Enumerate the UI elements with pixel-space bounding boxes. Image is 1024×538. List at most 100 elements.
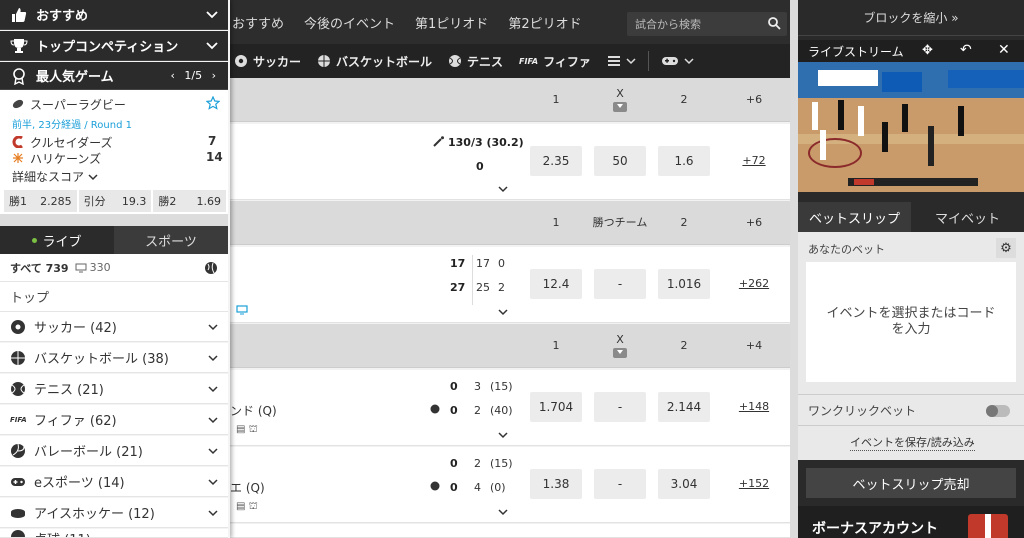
- section-label: 最人気ゲーム: [36, 70, 114, 85]
- bonus-banner[interactable]: ボーナスアカウント: [798, 506, 1024, 538]
- col-x[interactable]: X: [594, 324, 646, 368]
- featured-game-card[interactable]: スーパーラグビー 前半, 23分経過 / Round 1 クルセイダーズ 7 ハ…: [0, 90, 228, 214]
- odd-button[interactable]: 12.4: [530, 269, 582, 299]
- detail-score-link[interactable]: 詳細なスコア: [12, 168, 98, 185]
- one-click-toggle[interactable]: [986, 405, 1010, 417]
- group-header: 1 X 2 +4: [222, 324, 790, 368]
- sport-tab-tennis[interactable]: テニス: [440, 53, 511, 70]
- next-icon[interactable]: ›: [212, 69, 216, 82]
- cricket-icon: [433, 136, 444, 147]
- recommend-section[interactable]: おすすめ: [0, 0, 228, 30]
- odd-win2[interactable]: 勝2 1.69: [153, 190, 227, 212]
- chevron-down-icon[interactable]: [498, 507, 508, 517]
- globe-icon[interactable]: [204, 261, 218, 275]
- more-markets-link[interactable]: +262: [734, 277, 774, 290]
- nav-recommend[interactable]: おすすめ: [222, 13, 294, 32]
- popular-games-section: 最人気ゲーム ‹ 1/5 ›: [0, 62, 228, 90]
- top-nav: おすすめ 今後のイベント 第1ピリオド 第2ピリオド 試合から検索: [222, 0, 790, 44]
- sport-tab-fifa[interactable]: FIFA フィファ: [511, 53, 599, 70]
- sidebar-item-tennis[interactable]: テニス (21): [0, 374, 228, 404]
- event-score: 17: [450, 257, 466, 270]
- gear-icon[interactable]: ⚙: [996, 238, 1016, 258]
- chevron-down-icon[interactable]: [498, 430, 508, 440]
- col-2: 2: [680, 339, 688, 352]
- more-markets-link[interactable]: +152: [734, 477, 774, 490]
- nav-period-1[interactable]: 第1ピリオド: [405, 13, 498, 32]
- odd-button[interactable]: 1.38: [530, 469, 582, 499]
- event-row[interactable]: 130/3 (30.2) 0 2.35 50 1.6 +72: [222, 124, 790, 200]
- tab-mybets[interactable]: マイベット: [911, 202, 1024, 232]
- odd-button[interactable]: -: [594, 392, 646, 422]
- odd-button[interactable]: 2.35: [530, 146, 582, 176]
- tab-label: スポーツ: [145, 234, 197, 250]
- odd-button[interactable]: 1.704: [530, 392, 582, 422]
- fifa-icon: FIFA: [10, 415, 27, 424]
- chevron-down-icon: [208, 324, 218, 331]
- livestream-title: ライブストリーム: [808, 44, 904, 59]
- odd-button[interactable]: 1.016: [658, 269, 710, 299]
- move-icon[interactable]: ✥: [922, 43, 933, 58]
- all-events-row[interactable]: すべて 739 330: [0, 254, 228, 282]
- tab-betslip[interactable]: ベットスリップ: [798, 202, 911, 232]
- search-icon[interactable]: [767, 16, 781, 30]
- sidebar-item-soccer[interactable]: サッカー (42): [0, 312, 228, 342]
- game-menu-button[interactable]: [653, 55, 702, 67]
- close-icon[interactable]: ✕: [998, 42, 1010, 58]
- more-markets-link[interactable]: +148: [734, 400, 774, 413]
- odd-button[interactable]: 50: [594, 146, 646, 176]
- sidebar-item-label: バスケットボール (38): [34, 352, 169, 367]
- odd-win1[interactable]: 勝1 2.285: [4, 190, 77, 212]
- odd-draw[interactable]: 引分 19.3: [78, 190, 152, 212]
- more-markets-link[interactable]: +72: [734, 154, 774, 167]
- event-row[interactable]: ンド (Q) ▤ ⛫ 0 3 (15) 0 2 (40) 1.704 - 2.1…: [222, 370, 790, 446]
- undo-icon[interactable]: ↶: [960, 42, 972, 58]
- left-sidebar: おすすめ トップコンペティション 最人気ゲーム ‹ 1/5 › スーパーラグビー…: [0, 0, 230, 538]
- top-competition-section[interactable]: トップコンペティション: [0, 31, 228, 61]
- betslip-tabs: ベットスリップ マイベット: [798, 202, 1024, 232]
- sport-menu-button[interactable]: [599, 55, 644, 67]
- sport-tab-basketball[interactable]: バスケットボール: [309, 53, 440, 70]
- tab-live[interactable]: ライブ: [0, 226, 114, 254]
- odd-button[interactable]: -: [594, 469, 646, 499]
- detail-score-label: 詳細なスコア: [12, 170, 85, 184]
- save-load-link[interactable]: イベントを保存/読み込み: [850, 434, 975, 451]
- search-input[interactable]: 試合から検索: [627, 12, 787, 36]
- event-row[interactable]: [222, 524, 790, 538]
- chevron-down-icon[interactable]: [498, 184, 508, 194]
- period-score: 2: [498, 281, 505, 294]
- tv-icon[interactable]: [236, 305, 248, 315]
- odd-button[interactable]: 1.6: [658, 146, 710, 176]
- tab-sports[interactable]: スポーツ: [114, 226, 228, 254]
- star-icon[interactable]: [206, 96, 220, 110]
- sidebar-item-icehockey[interactable]: アイスホッケー (12): [0, 498, 228, 528]
- basketball-icon: [430, 481, 440, 491]
- player-figure: [928, 126, 934, 166]
- odd-button[interactable]: 2.144: [658, 392, 710, 422]
- col-2: 2: [680, 93, 688, 106]
- odd-button[interactable]: -: [594, 269, 646, 299]
- sidebar-item-basketball[interactable]: バスケットボール (38): [0, 343, 228, 373]
- sidebar-item-volleyball[interactable]: バレーボール (21): [0, 436, 228, 466]
- collapse-label: ブロックを縮小 »: [863, 11, 959, 25]
- volleyball-icon: [11, 443, 25, 458]
- nav-upcoming[interactable]: 今後のイベント: [294, 13, 405, 32]
- event-row[interactable]: 17 17 0 27 25 2 12.4 - 1.016 +262: [222, 247, 790, 323]
- betslip-panel: あなたのベット ⚙ イベントを選択またはコードを入力 ワンクリックベット イベン…: [798, 232, 1024, 460]
- nav-period-2[interactable]: 第2ピリオド: [498, 13, 591, 32]
- divider: [0, 214, 228, 226]
- live-video[interactable]: [798, 62, 1024, 192]
- collapse-button[interactable]: ブロックを縮小 »: [798, 0, 1024, 36]
- chevron-down-icon[interactable]: [498, 307, 508, 317]
- odd-button[interactable]: 3.04: [658, 469, 710, 499]
- chevron-down-icon: [208, 448, 218, 455]
- prev-icon[interactable]: ‹: [170, 69, 174, 82]
- sidebar-item-tabletennis[interactable]: 卓球 (11): [0, 529, 228, 538]
- stats-icon[interactable]: ▤ ⛫: [236, 424, 258, 437]
- stats-icon[interactable]: ▤ ⛫: [236, 501, 258, 514]
- event-row[interactable]: エ (Q) ▤ ⛫ 0 2 (15) 0 4 (0) 1.38 - 3.04 +…: [222, 447, 790, 523]
- betslip-sale-button[interactable]: ベットスリップ売却: [806, 468, 1016, 498]
- sidebar-item-fifa[interactable]: FIFA フィファ (62): [0, 405, 228, 435]
- sport-tab-soccer[interactable]: サッカー: [226, 53, 309, 70]
- col-x[interactable]: X: [594, 78, 646, 122]
- sidebar-item-esports[interactable]: eスポーツ (14): [0, 467, 228, 497]
